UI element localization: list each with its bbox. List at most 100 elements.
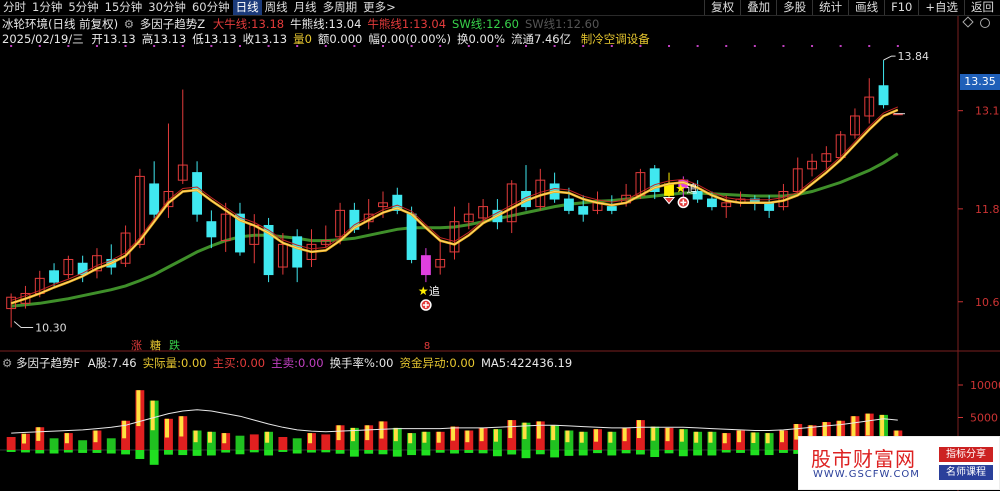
volume-under-bar [535, 450, 545, 455]
indicator-values: 大牛线:13.18 牛熊线:13.04 牛熊线1:13.04 SW线:12.60 SW线… [213, 17, 605, 31]
settings-gear-icon[interactable]: ⚙ [124, 17, 134, 31]
marker-dot [753, 45, 756, 47]
volume-bar-highlight [393, 427, 398, 442]
volume-under-bar [249, 450, 259, 453]
indicator-value-0: 大牛线:13.18 [212, 17, 285, 31]
marker-dot [896, 45, 899, 47]
indicator-value-3: SW线:12.60 [452, 17, 519, 31]
marker-dot [696, 45, 699, 47]
volume-under-bar [607, 450, 617, 456]
volume-bar-highlight [665, 427, 670, 442]
volume-under-bar [650, 450, 660, 458]
volume-under-bar [593, 450, 602, 454]
volume-under-bar [364, 450, 374, 454]
volume-under-bar [235, 450, 245, 455]
volume-under-bar [464, 450, 474, 453]
low-pointer [13, 321, 34, 328]
signal-label-1: 糖 [150, 338, 161, 352]
volume-bar [49, 438, 59, 450]
volume-under-bar [92, 450, 102, 453]
volume-under-bar [164, 450, 173, 455]
volume-under-bar [392, 450, 402, 457]
volume-under-bar [421, 450, 431, 456]
circle-icon[interactable] [980, 18, 990, 28]
volume-under-bar [307, 450, 316, 453]
candle-body [292, 236, 303, 268]
marker-dot [668, 45, 671, 47]
volume-bar-highlight [265, 431, 270, 443]
price-axis-label-1: 11.87 [975, 203, 1000, 216]
volume-under-bar [6, 450, 16, 452]
settings-gear-icon[interactable]: ⚙ [2, 356, 12, 370]
indicator-value-4: SW线1:12.60 [525, 17, 600, 31]
volume-under-bar [21, 450, 30, 453]
indicator-name[interactable]: 多因子趋势Z [140, 17, 205, 31]
volume-under-bar [49, 450, 59, 454]
quote-value-5: 额0.000 [317, 32, 363, 46]
candle-body [563, 198, 574, 211]
volume-under-bar [78, 450, 88, 453]
star-icon: ★ [675, 181, 686, 195]
volume-under-bar [135, 450, 145, 459]
quote-value-0: 开13.13 [91, 32, 136, 46]
volume-bar-highlight [22, 433, 27, 444]
volume-bar-highlight [780, 430, 784, 443]
volume-bar-highlight [336, 425, 341, 441]
candle-body [606, 206, 617, 211]
kline-chart[interactable]: 13.1711.8710.6413.8410.30★追★追涨糖跌81000050… [0, 0, 1000, 491]
candle-body [406, 213, 417, 260]
indicator-value-1: 牛熊线:13.04 [290, 17, 362, 31]
volume-bar-highlight [565, 430, 570, 443]
volume-bar-highlight [851, 416, 856, 437]
volume-bar-highlight [493, 429, 498, 442]
volume-bar-highlight [479, 427, 484, 442]
volume-bar-highlight [179, 416, 184, 437]
volume-under-bar [221, 450, 231, 453]
marker-dot [725, 45, 728, 47]
candle-body [206, 221, 217, 238]
marker-dot [868, 45, 871, 47]
price-axis-label-2: 10.64 [975, 296, 1000, 309]
volume-bar-highlight [64, 433, 69, 444]
volume-bar [292, 438, 302, 450]
volume-under-bar [292, 450, 302, 454]
volume-bar-highlight [536, 421, 541, 439]
volume-bar-highlight [522, 422, 527, 440]
volume-bar [235, 435, 245, 450]
volume-bar [106, 438, 116, 450]
volume-bar-highlight [594, 429, 599, 442]
candle-body [420, 255, 431, 276]
volume-bar-highlight [722, 433, 727, 444]
volume-bar-highlight [350, 427, 355, 442]
volume-under-bar [521, 450, 531, 459]
volume-under-bar [492, 450, 502, 457]
volume-under-bar [178, 450, 188, 456]
volume-bar-highlight [651, 426, 656, 441]
volume-bar-highlight [308, 433, 313, 444]
industry-label[interactable]: 制冷空调设备 [581, 32, 650, 46]
lower-value-4: 换手率%:00 [329, 356, 394, 370]
chase-label: 追 [686, 181, 697, 195]
volume-under-bar [578, 450, 588, 456]
volume-bar-highlight [551, 425, 556, 441]
marker-dot [811, 45, 814, 47]
watermark-tag-share: 指标分享 [939, 447, 993, 462]
volume-bar-highlight [365, 425, 370, 441]
volume-bar-highlight [451, 426, 456, 441]
volume-under-bar [106, 450, 116, 454]
volume-bar-highlight [36, 427, 41, 441]
volume-under-bar [750, 450, 760, 456]
volume-under-bar [564, 450, 574, 456]
volume-under-bar [121, 450, 130, 455]
volume-bar-highlight [608, 431, 613, 443]
candle-body [149, 183, 160, 215]
volume-bar-highlight [93, 430, 98, 443]
marker-dot [839, 45, 842, 47]
lower-indicator-name[interactable]: 多因子趋势F [16, 356, 80, 370]
volume-bar-highlight [579, 431, 584, 443]
quote-date: 2025/02/19/三 [2, 32, 84, 46]
high-label: 13.84 [898, 50, 930, 63]
signal-label-2: 跌 [169, 338, 180, 352]
volume-bar-highlight [150, 400, 155, 431]
lower-value-1: 实际量:0.00 [142, 356, 207, 370]
